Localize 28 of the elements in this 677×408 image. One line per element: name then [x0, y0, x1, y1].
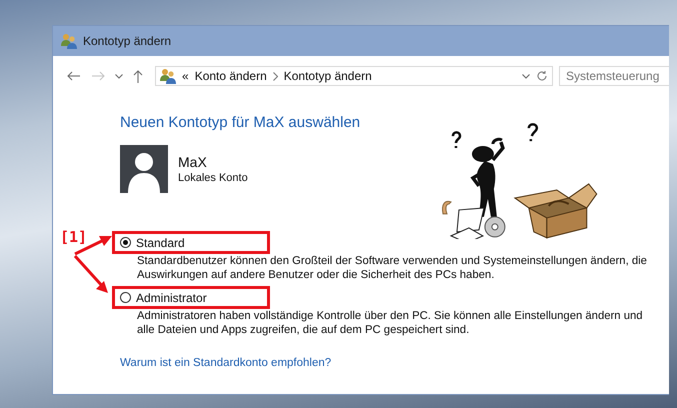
radio-option[interactable]: Administrator: [120, 290, 207, 304]
annotation-label: [1]: [60, 228, 88, 246]
breadcrumb-item[interactable]: Konto ändern: [194, 69, 267, 83]
account-type: Lokales Konto: [178, 172, 248, 184]
refresh-icon[interactable]: [536, 70, 548, 82]
radio-button[interactable]: [120, 237, 131, 248]
breadcrumb-item[interactable]: Kontotyp ändern: [284, 69, 372, 83]
overflow-chevrons: «: [182, 69, 189, 83]
option-description: alle Dateien und Apps zugreifen, die auf dem PC gespeichert sind.: [136, 324, 470, 337]
up-button[interactable]: [131, 68, 145, 84]
help-link[interactable]: Warum ist ein Standardkonto empfohlen?: [120, 357, 669, 369]
option-description: Auswirkungen auf andere Benutzer oder die Sicherheit des PCs haben.: [136, 269, 494, 282]
users-icon: [160, 68, 176, 84]
user-avatar: [120, 145, 168, 193]
chevron-down-icon[interactable]: [522, 74, 530, 78]
back-button[interactable]: [65, 69, 83, 83]
radio-option[interactable]: Standard: [120, 236, 185, 250]
account-name: MaX: [178, 154, 208, 170]
address-bar[interactable]: « Konto ändern Kontotyp ändern: [155, 66, 553, 86]
search-field[interactable]: Systemsteuerung: [559, 66, 669, 86]
window-title: Kontotyp ändern: [83, 34, 172, 48]
users-icon: [61, 33, 77, 49]
option-description: Administratoren haben vollständige Kontrolle über den PC. Sie können alle Einstellungen ändern und: [136, 310, 643, 323]
page-heading: Neuen Kontotyp für MaX auswählen: [120, 114, 362, 131]
option-description: Standardbenutzer können den Großteil der Software verwenden und Systemeinstellungen ändern, die: [136, 255, 647, 268]
chevron-right-icon: [272, 72, 278, 80]
radio-button[interactable]: [120, 292, 131, 303]
recent-locations-button[interactable]: [113, 72, 125, 80]
